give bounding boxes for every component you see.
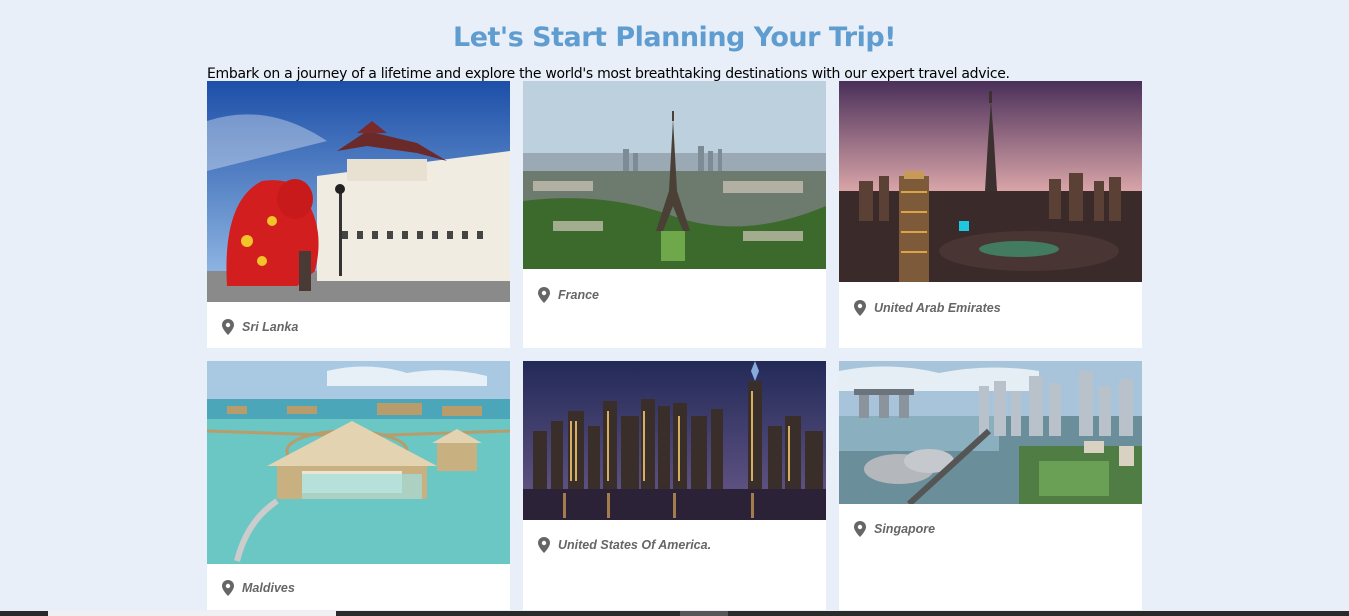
- france-photo: [523, 81, 826, 269]
- destination-card-singapore[interactable]: Singapore: [839, 361, 1142, 610]
- destination-name: France: [558, 288, 599, 302]
- location-pin-icon: [222, 580, 234, 596]
- taskbar-segment: [680, 611, 728, 616]
- destination-card-sri-lanka[interactable]: Sri Lanka: [207, 81, 510, 348]
- taskbar-segment: [48, 611, 336, 616]
- location-pin-icon: [538, 537, 550, 553]
- location-pin-icon: [538, 287, 550, 303]
- destination-name: Sri Lanka: [242, 320, 299, 334]
- destination-name: United States Of America.: [558, 538, 712, 552]
- destination-label: Sri Lanka: [221, 319, 298, 335]
- destination-label: Maldives: [221, 580, 295, 596]
- usa-photo: [523, 361, 826, 520]
- taskbar: [0, 611, 1349, 616]
- destination-name: Maldives: [242, 581, 295, 595]
- destination-label: France: [537, 287, 599, 303]
- page-title: Let's Start Planning Your Trip!: [453, 22, 897, 53]
- destination-label: United Arab Emirates: [853, 300, 1001, 316]
- sri-lanka-photo: [207, 81, 510, 302]
- destination-card-france[interactable]: France: [523, 81, 826, 348]
- destination-label: United States Of America.: [537, 537, 711, 553]
- maldives-photo: [207, 361, 510, 564]
- location-pin-icon: [854, 521, 866, 537]
- destination-name: United Arab Emirates: [874, 301, 1001, 315]
- uae-photo: [839, 81, 1142, 282]
- destination-name: Singapore: [874, 522, 936, 536]
- singapore-photo: [839, 361, 1142, 504]
- destination-card-maldives[interactable]: Maldives: [207, 361, 510, 610]
- intro-text: Embark on a journey of a lifetime and ex…: [207, 66, 1010, 82]
- destination-label: Singapore: [853, 521, 935, 537]
- location-pin-icon: [854, 300, 866, 316]
- destination-card-usa[interactable]: United States Of America.: [523, 361, 826, 610]
- destination-card-uae[interactable]: United Arab Emirates: [839, 81, 1142, 348]
- location-pin-icon: [222, 319, 234, 335]
